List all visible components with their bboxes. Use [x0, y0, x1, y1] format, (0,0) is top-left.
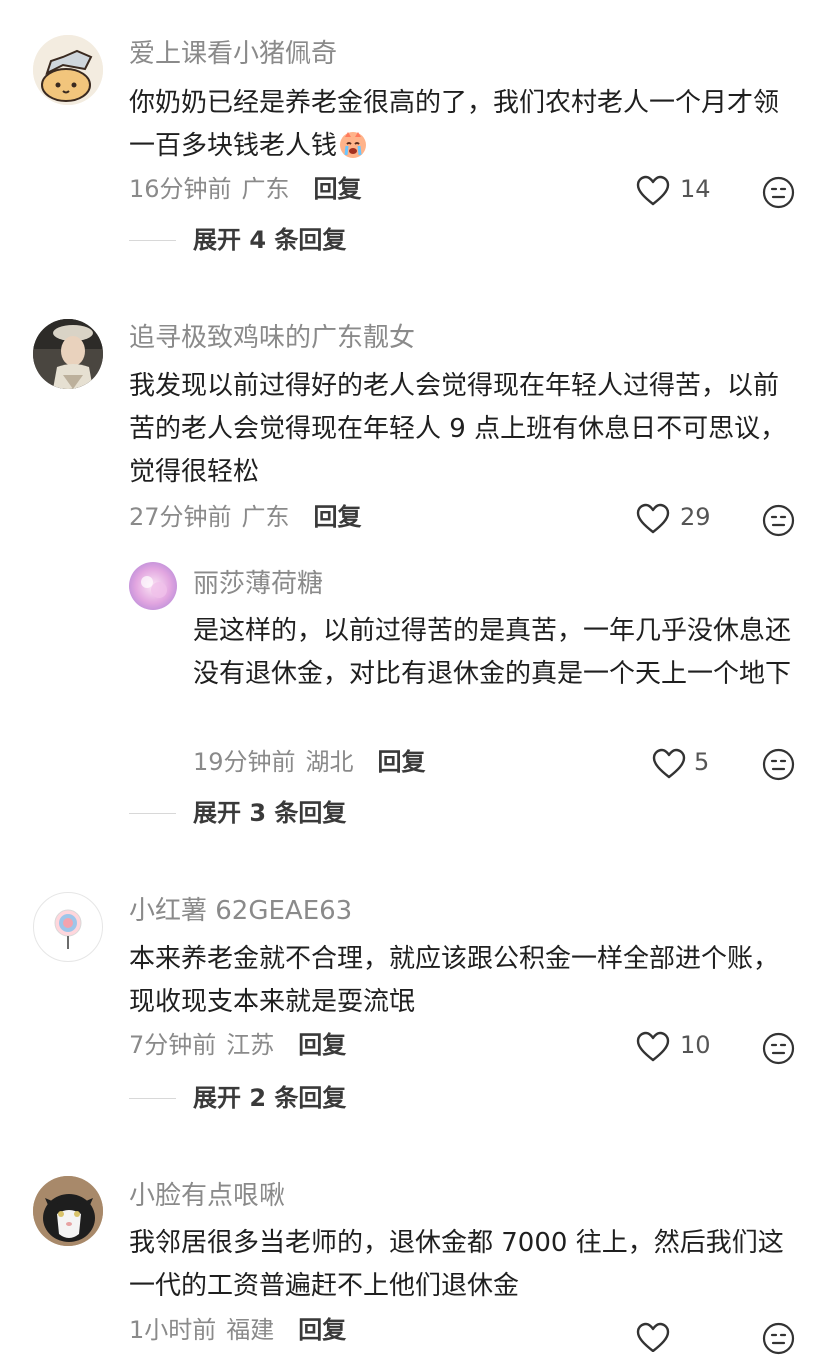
comment-text: 你奶奶已经是养老金很高的了，我们农村老人一个月才领一百多块钱老人钱: [129, 82, 794, 168]
heart-outline-icon[interactable]: [636, 175, 670, 207]
reply-button[interactable]: 回复: [314, 175, 362, 203]
neutral-face-icon[interactable]: [762, 504, 795, 537]
username[interactable]: 爱上课看小猪佩奇: [129, 37, 337, 71]
timestamp: 19分钟前: [193, 748, 296, 776]
reply-button[interactable]: 回复: [378, 748, 426, 776]
neutral-face-icon[interactable]: [762, 1032, 795, 1065]
timestamp: 1小时前: [129, 1316, 217, 1344]
expand-replies-button[interactable]: 展开 4 条回复: [193, 223, 346, 257]
heart-outline-icon[interactable]: [636, 503, 670, 535]
avatar[interactable]: [129, 562, 177, 610]
comment-text: 我发现以前过得好的老人会觉得现在年轻人过得苦，以前苦的老人会觉得现在年轻人 9 …: [129, 371, 787, 487]
timestamp: 7分钟前: [129, 1031, 217, 1059]
avatar[interactable]: [33, 892, 103, 962]
location: 湖北: [305, 748, 354, 776]
username[interactable]: 小红薯 62GEAE63: [129, 894, 352, 928]
comment-text: 我邻居很多当老师的，退休金都 7000 往上，然后我们这一代的工资普遍赶不上他们…: [129, 1228, 784, 1301]
comment-text: 是这样的，以前过得苦的是真苦，一年几乎没休息还没有退休金，对比有退休金的真是一个…: [193, 616, 792, 689]
timestamp: 27分钟前: [129, 503, 232, 531]
location: 江苏: [226, 1031, 275, 1059]
avatar[interactable]: [33, 319, 103, 389]
reply-button[interactable]: 回复: [314, 503, 362, 531]
comment-text: 本来养老金就不合理，就应该跟公积金一样全部进个账，现收现支本来就是耍流氓: [129, 944, 780, 1017]
location: 福建: [226, 1316, 275, 1344]
neutral-face-icon[interactable]: [762, 176, 795, 209]
avatar[interactable]: [33, 1176, 103, 1246]
like-count: 14: [680, 175, 711, 203]
comment-text-content: 你奶奶已经是养老金很高的了，我们农村老人一个月才领一百多块钱老人钱: [129, 88, 780, 161]
divider: [129, 240, 176, 241]
username[interactable]: 丽莎薄荷糖: [193, 567, 323, 601]
heart-outline-icon[interactable]: [652, 748, 686, 780]
comment-meta: 7分钟前 江苏 回复: [129, 1028, 356, 1062]
timestamp: 16分钟前: [129, 175, 232, 203]
divider: [129, 813, 176, 814]
like-count: 29: [680, 503, 711, 531]
heart-outline-icon[interactable]: [636, 1322, 670, 1352]
reply-button[interactable]: 回复: [298, 1316, 346, 1344]
reply-button[interactable]: 回复: [298, 1031, 346, 1059]
location: 广东: [241, 175, 290, 203]
comment-meta: 1小时前 福建 回复: [129, 1313, 356, 1347]
location: 广东: [241, 503, 290, 531]
neutral-face-icon[interactable]: [762, 1322, 795, 1355]
avatar[interactable]: [33, 35, 103, 105]
expand-replies-button[interactable]: 展开 2 条回复: [193, 1081, 346, 1115]
crying-face-emoji: [337, 128, 369, 160]
divider: [129, 1098, 176, 1099]
comment-meta: 27分钟前 广东 回复: [129, 500, 372, 534]
neutral-face-icon[interactable]: [762, 748, 795, 781]
username[interactable]: 小脸有点哏啾: [129, 1179, 285, 1213]
like-count: 10: [680, 1031, 711, 1059]
comment-meta: 16分钟前 广东 回复: [129, 172, 372, 206]
like-count: 5: [694, 748, 710, 776]
expand-replies-button[interactable]: 展开 3 条回复: [193, 796, 346, 830]
heart-outline-icon[interactable]: [636, 1031, 670, 1063]
username[interactable]: 追寻极致鸡味的广东靓女: [129, 321, 415, 355]
comment-meta: 19分钟前 湖北 回复: [193, 745, 436, 779]
